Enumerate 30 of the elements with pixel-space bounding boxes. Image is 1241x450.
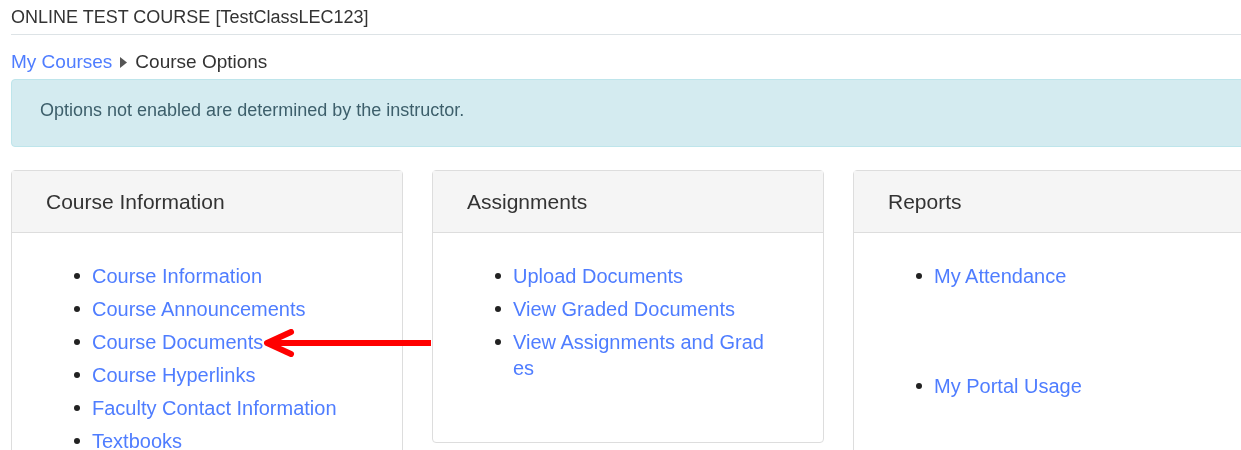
option-link[interactable]: My Portal Usage (934, 373, 1082, 399)
panel-header: Course Information (12, 171, 402, 233)
bullet-icon (74, 306, 80, 312)
option-link[interactable]: Course Hyperlinks (92, 362, 256, 388)
bullet-icon (74, 273, 80, 279)
bullet-icon (495, 339, 501, 345)
option-link[interactable]: View Graded Documents (513, 296, 735, 322)
breadcrumb-current: Course Options (135, 51, 268, 73)
bullet-icon (74, 339, 80, 345)
option-link[interactable]: Textbooks (92, 428, 183, 450)
option-link[interactable]: Faculty Contact Information (92, 395, 337, 421)
option-link[interactable]: Upload Documents (513, 263, 684, 289)
breadcrumb-link[interactable]: My Courses (11, 51, 113, 73)
panel-header: Assignments (433, 171, 823, 233)
panel-header: Reports (854, 171, 1241, 233)
caret-icon (120, 56, 128, 68)
option-link[interactable]: Course Announcements (92, 296, 306, 322)
option-link[interactable]: Course Documents (92, 329, 264, 355)
bullet-icon (74, 405, 80, 411)
bullet-icon (74, 438, 80, 444)
option-link[interactable]: My Attendance (934, 263, 1067, 289)
option-link[interactable]: View Assignments and Grad es (513, 329, 764, 381)
info-alert: Options not enabled are determined by the instructor. (11, 79, 1241, 147)
bullet-icon (495, 273, 501, 279)
bullet-icon (916, 383, 922, 389)
option-link[interactable]: Course Information (92, 263, 263, 289)
bullet-icon (495, 306, 501, 312)
bullet-icon (916, 273, 922, 279)
bullet-icon (74, 372, 80, 378)
course-title: ONLINE TEST COURSE [TestClassLEC123] (11, 0, 1241, 35)
